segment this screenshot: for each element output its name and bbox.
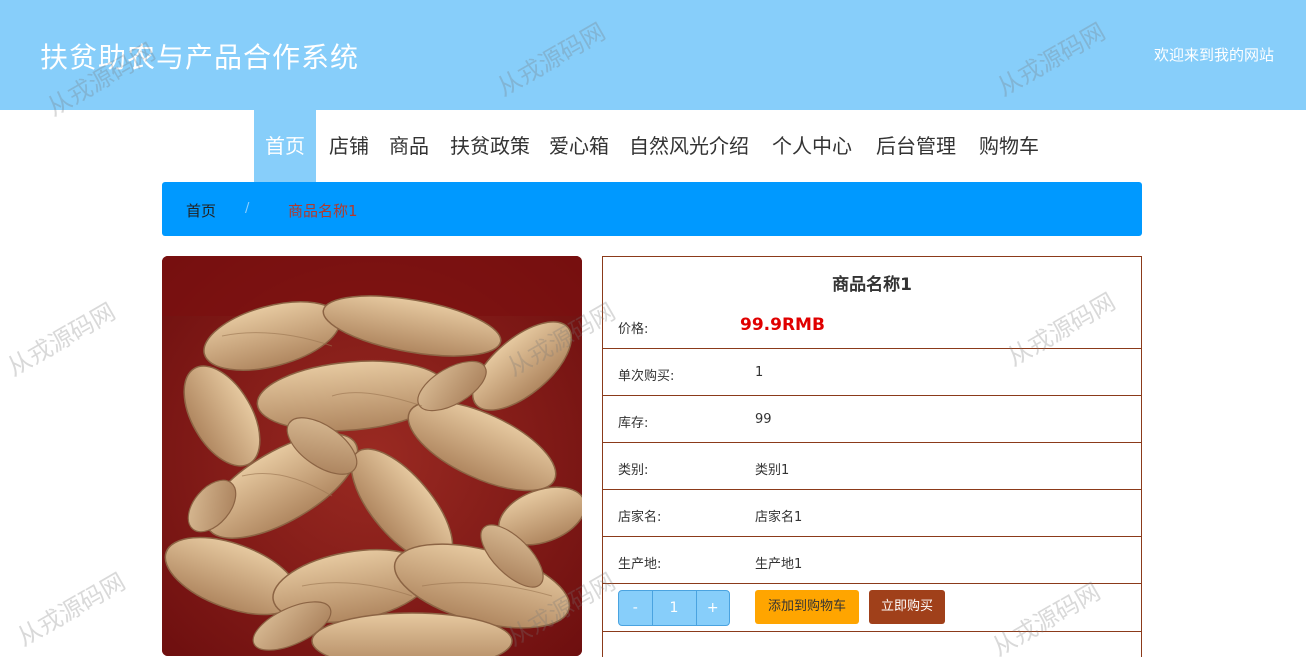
quantity-input[interactable] <box>651 591 697 625</box>
breadcrumb-current: 商品名称1 <box>288 202 358 220</box>
nav-item-scenery[interactable]: 自然风光介绍 <box>626 110 752 182</box>
nav-item-cart[interactable]: 购物车 <box>975 110 1043 182</box>
buy-now-button[interactable]: 立即购买 <box>869 590 945 624</box>
add-to-cart-button[interactable]: 添加到购物车 <box>755 590 859 624</box>
site-header: 扶贫助农与产品合作系统 欢迎来到我的网站 <box>0 0 1306 110</box>
product-image <box>162 256 582 656</box>
nav-item-charity-box[interactable]: 爱心箱 <box>545 110 613 182</box>
stock-label: 库存: <box>618 416 649 431</box>
quantity-stepper: - + <box>618 590 730 626</box>
shop-name-label: 店家名: <box>618 510 662 525</box>
main-nav: 首页 店铺 商品 扶贫政策 爱心箱 自然风光介绍 个人中心 后台管理 购物车 <box>0 110 1306 182</box>
breadcrumb-home-link[interactable]: 首页 <box>186 200 216 221</box>
row-divider <box>603 395 1141 396</box>
row-divider <box>603 348 1141 349</box>
origin-value: 生产地1 <box>755 557 803 572</box>
row-divider <box>603 583 1141 584</box>
product-name: 商品名称1 <box>832 275 912 295</box>
watermark-text: 从戎源码网 <box>2 297 121 382</box>
nav-item-products[interactable]: 商品 <box>386 110 432 182</box>
purchase-unit-value: 1 <box>755 365 764 380</box>
quantity-increase-button[interactable]: + <box>697 591 730 625</box>
row-divider <box>603 489 1141 490</box>
nav-item-admin[interactable]: 后台管理 <box>872 110 960 182</box>
nav-item-poverty-policy[interactable]: 扶贫政策 <box>446 110 534 182</box>
stock-value: 99 <box>755 412 772 427</box>
watermark-text: 从戎源码网 <box>12 567 131 652</box>
nav-item-shops[interactable]: 店铺 <box>326 110 372 182</box>
product-info-table: 商品名称1 价格: 99.9RMB 单次购买: 1 库存: 99 类别: 类别1… <box>602 256 1142 657</box>
category-label: 类别: <box>618 463 649 478</box>
price-value: 99.9RMB <box>740 315 825 335</box>
row-divider <box>603 536 1141 537</box>
breadcrumb: 首页 / 商品名称1 <box>162 182 1142 236</box>
quantity-decrease-button[interactable]: - <box>619 591 652 625</box>
nav-item-user-center[interactable]: 个人中心 <box>769 110 855 182</box>
category-value: 类别1 <box>755 463 790 478</box>
purchase-unit-label: 单次购买: <box>618 369 675 384</box>
breadcrumb-separator: / <box>245 201 250 216</box>
nav-item-home[interactable]: 首页 <box>254 110 316 182</box>
welcome-text: 欢迎来到我的网站 <box>1153 46 1274 64</box>
origin-label: 生产地: <box>618 557 662 572</box>
shop-name-value: 店家名1 <box>755 510 803 525</box>
price-label: 价格: <box>618 322 649 337</box>
ginger-photo-icon <box>162 256 582 656</box>
site-title: 扶贫助农与产品合作系统 <box>40 41 360 74</box>
row-divider <box>603 631 1141 632</box>
row-divider <box>603 442 1141 443</box>
